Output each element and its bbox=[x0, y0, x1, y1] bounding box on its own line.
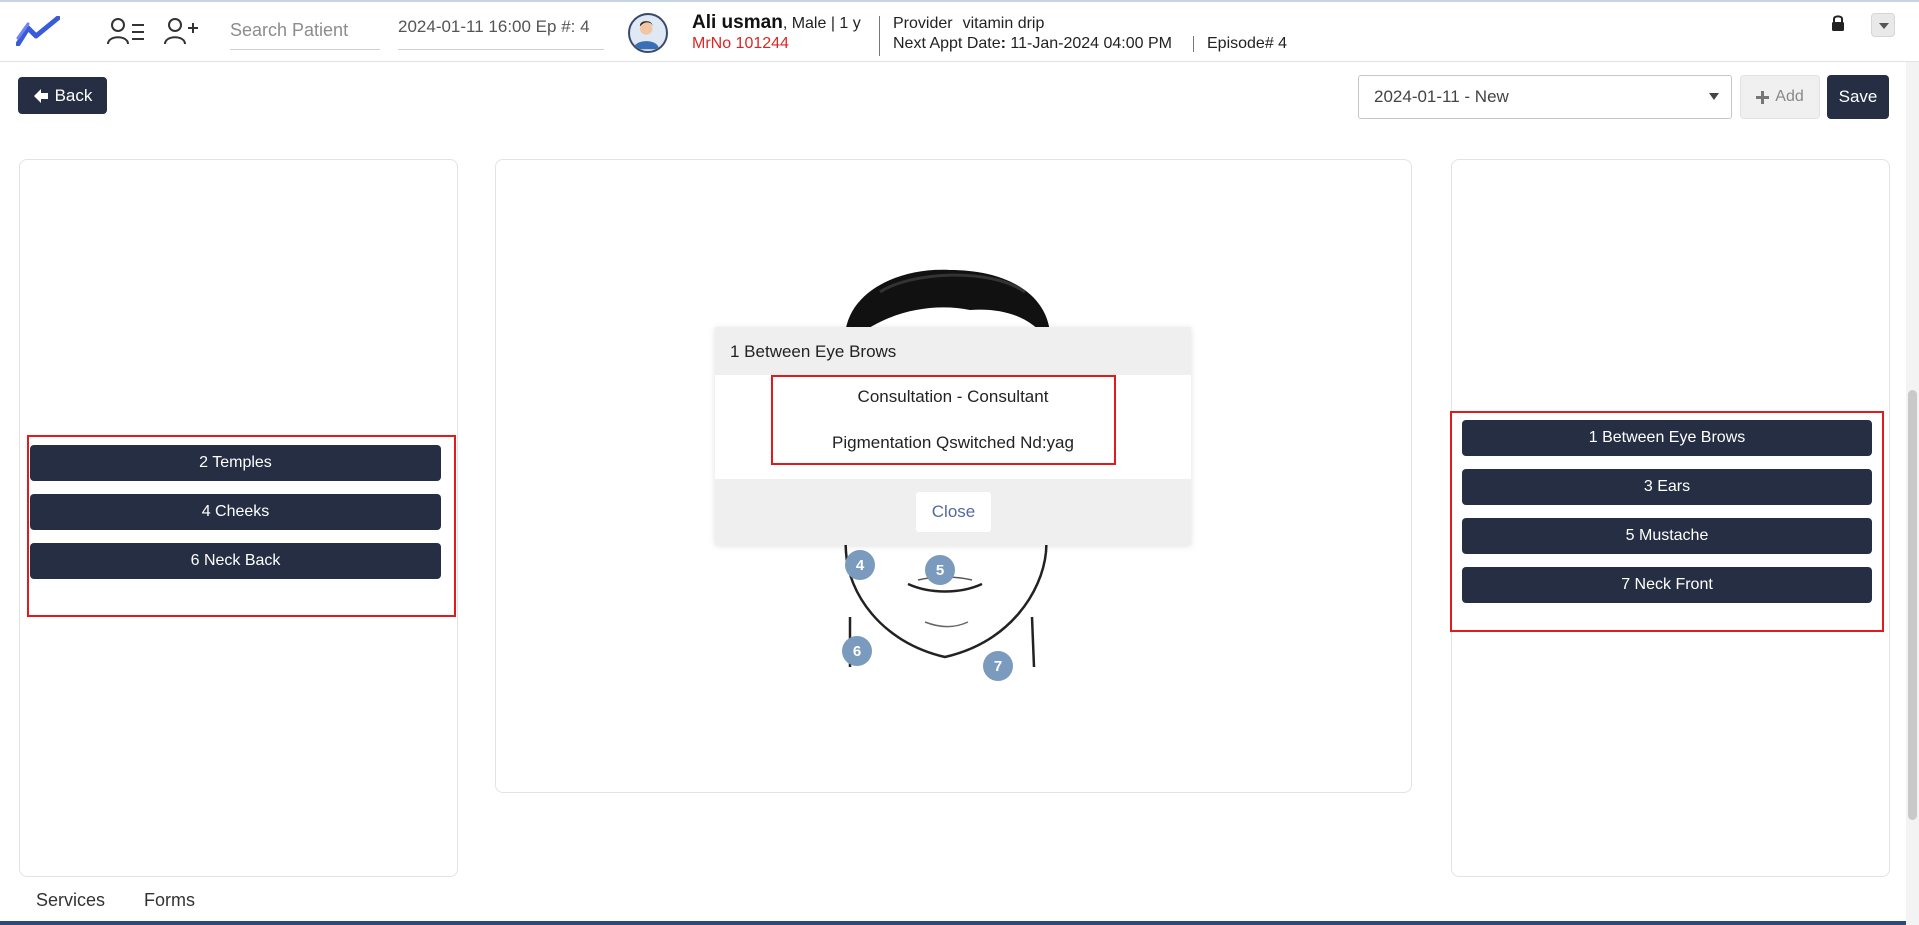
next-appt-value: 11-Jan-2024 04:00 PM bbox=[1005, 35, 1172, 52]
left-regions-highlight bbox=[27, 435, 456, 617]
add-button[interactable]: Add bbox=[1740, 75, 1820, 119]
visit-select-value: 2024-01-11 - New bbox=[1374, 87, 1509, 106]
next-appointment: Next Appt Date: 11-Jan-2024 04:00 PM bbox=[893, 35, 1172, 52]
page-scrollbar-thumb[interactable] bbox=[1908, 390, 1917, 820]
avatar-person-icon bbox=[633, 21, 659, 50]
provider-value: vitamin drip bbox=[962, 15, 1045, 32]
tab-forms[interactable]: Forms bbox=[144, 890, 195, 911]
face-marker-7[interactable]: 7 bbox=[983, 651, 1013, 681]
visit-select[interactable]: 2024-01-11 - New bbox=[1358, 75, 1732, 119]
patient-list-icon[interactable] bbox=[106, 16, 146, 46]
patient-name: Ali usman, Male | 1 y bbox=[692, 12, 861, 34]
provider-info: Provider vitamin drip bbox=[893, 15, 1044, 33]
face-marker-6[interactable]: 6 bbox=[842, 636, 872, 666]
tab-services[interactable]: Services bbox=[36, 890, 105, 911]
popup-footer: Close bbox=[715, 479, 1191, 545]
episode-selector[interactable]: 2024-01-11 16:00 Ep #: 4 bbox=[398, 12, 604, 50]
top-bar: 2024-01-11 16:00 Ep #: 4 Ali usman, Male… bbox=[0, 0, 1919, 62]
back-button[interactable]: Back bbox=[18, 77, 107, 114]
back-button-label: Back bbox=[54, 85, 93, 105]
header-divider bbox=[1193, 36, 1194, 52]
popup-close-button[interactable]: Close bbox=[916, 492, 991, 532]
face-marker-5[interactable]: 5 bbox=[925, 555, 955, 585]
add-button-label: Add bbox=[1775, 88, 1804, 105]
search-patient-input[interactable] bbox=[230, 12, 380, 50]
lock-icon[interactable] bbox=[1830, 14, 1846, 32]
popup-title: 1 Between Eye Brows bbox=[715, 327, 1191, 375]
patient-mrno: MrNo 101244 bbox=[692, 35, 789, 52]
face-marker-4[interactable]: 4 bbox=[845, 550, 875, 580]
patient-name-text: Ali usman bbox=[692, 12, 783, 33]
provider-label: Provider bbox=[893, 15, 953, 32]
plus-icon bbox=[1756, 90, 1770, 104]
taskbar-edge bbox=[0, 921, 1919, 925]
avatar bbox=[628, 13, 668, 53]
save-button[interactable]: Save bbox=[1827, 75, 1889, 119]
app-logo-icon[interactable] bbox=[16, 16, 60, 46]
header-divider bbox=[879, 16, 880, 56]
add-patient-icon[interactable] bbox=[162, 16, 202, 46]
episode-number: Episode# 4 bbox=[1207, 35, 1288, 52]
caret-down-icon bbox=[1709, 93, 1719, 100]
popup-services-highlight bbox=[771, 375, 1116, 465]
user-menu-chevron-down-icon[interactable] bbox=[1871, 13, 1895, 37]
next-appt-label: Next Appt Date bbox=[893, 35, 1001, 52]
patient-gender-age: , Male | 1 y bbox=[782, 15, 861, 32]
right-regions-highlight bbox=[1450, 411, 1884, 632]
arrow-left-icon bbox=[33, 88, 48, 103]
